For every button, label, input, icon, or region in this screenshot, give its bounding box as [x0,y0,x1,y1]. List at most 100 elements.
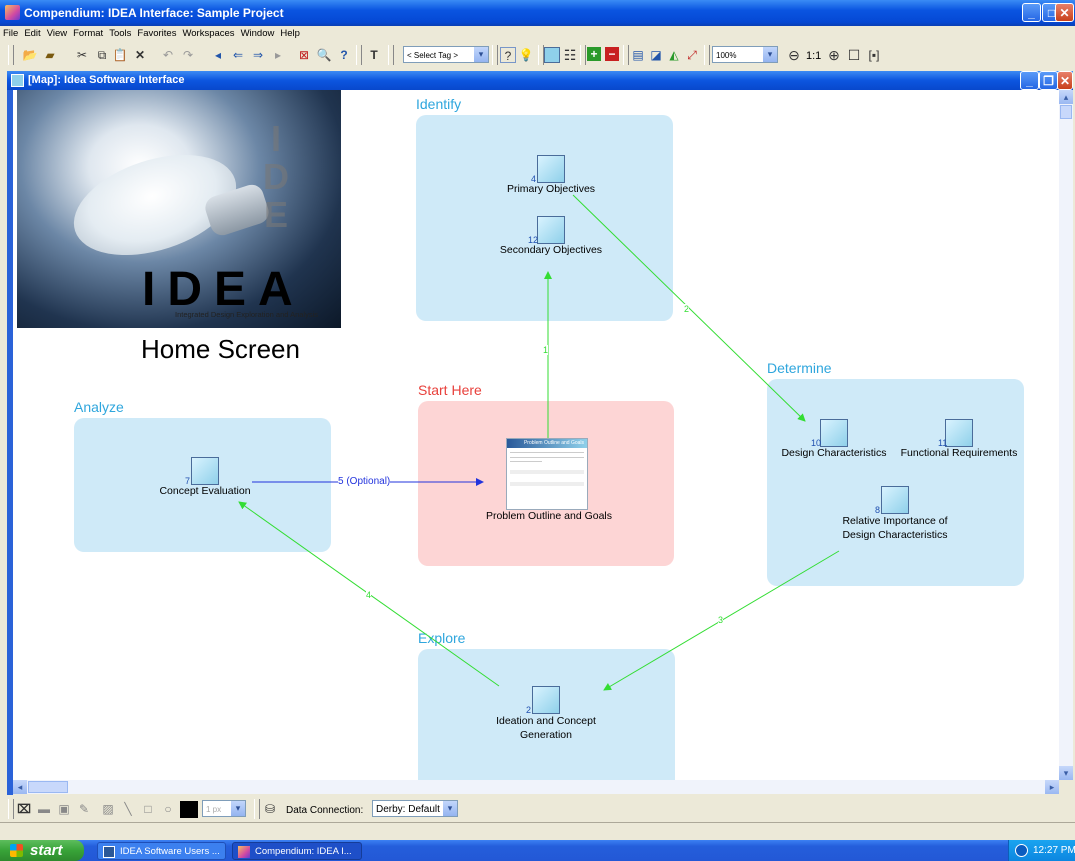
chevron-down-icon[interactable]: ▾ [474,47,488,62]
search-icon[interactable]: 🔍 [316,47,332,63]
node-primary-objectives[interactable]: 4 Primary Objectives [501,155,601,195]
remove-icon[interactable]: − [605,47,619,61]
scribble-delete-icon[interactable]: ⌧ [16,801,32,817]
chevron-down-icon[interactable]: ▾ [443,801,457,816]
map-view-icon[interactable] [544,47,560,63]
chevron-down-icon[interactable]: ▾ [231,801,245,816]
scroll-left-icon[interactable]: ◂ [13,780,27,794]
node-concept-evaluation[interactable]: 7 Concept Evaluation [145,457,265,497]
chevron-down-icon[interactable]: ▾ [763,47,777,62]
node-relative-importance[interactable]: 8 Relative Importance of Design Characte… [825,486,965,542]
data-connection-select[interactable]: Derby: Default ▾ [372,800,458,817]
line-width-select[interactable]: 1 px ▾ [202,800,246,817]
network-icon[interactable] [1015,844,1028,857]
back-icon[interactable]: ◂ [210,47,226,63]
node-secondary-objectives[interactable]: 12 Secondary Objectives [491,216,611,256]
menu-window[interactable]: Window [238,26,278,41]
delete-icon[interactable]: ✕ [132,47,148,63]
toolbar-grip[interactable] [8,45,14,65]
node-design-characteristics[interactable]: 10 Design Characteristics [779,419,889,459]
back-history-icon[interactable]: ⇐ [230,47,246,63]
close-project-icon[interactable]: ▰ [42,47,58,63]
lightbulb-icon[interactable]: 💡 [518,47,534,63]
save-icon[interactable]: ▣ [56,801,72,817]
zoom-fit-icon[interactable]: ☐ [846,47,862,63]
task-idea-users[interactable]: IDEA Software Users ... [97,842,226,860]
toolbar-grip[interactable] [492,45,498,65]
open-icon[interactable]: 📂 [22,47,38,63]
rectangle-icon[interactable]: □ [140,801,156,817]
close-button[interactable]: ✕ [1055,3,1074,22]
menu-bar: File Edit View Format Tools Favorites Workspac… [0,26,1075,41]
scroll-down-icon[interactable]: ▾ [1059,766,1073,780]
vertical-scrollbar[interactable]: ▴ ▾ [1059,90,1073,780]
link-icon[interactable]: ⤢ [684,47,700,63]
text-tool-icon[interactable]: T [366,47,382,63]
map-node-icon: 11 [938,419,973,448]
menu-format[interactable]: Format [70,26,106,41]
task-compendium[interactable]: Compendium: IDEA I... [232,842,362,860]
arrange-icon[interactable]: ▤ [630,47,646,63]
menu-file[interactable]: File [0,26,21,41]
menu-tools[interactable]: Tools [106,26,134,41]
line-icon[interactable]: ╲ [120,801,136,817]
image-delete-icon[interactable]: ⊠ [296,47,312,63]
zoom-select[interactable]: 100% ▾ [712,46,778,63]
help-icon[interactable]: ? [336,47,352,63]
node-ideation[interactable]: 2 Ideation and Concept Generation [486,686,606,742]
zoom-out-icon[interactable]: ⊖ [786,47,802,63]
align-icon[interactable]: ◭ [666,47,682,63]
window-title-bar[interactable]: Compendium: IDEA Interface: Sample Proje… [0,0,1075,26]
toolbar-grip[interactable] [580,45,586,65]
forward-history-icon[interactable]: ⇒ [250,47,266,63]
menu-favorites[interactable]: Favorites [134,26,179,41]
menu-workspaces[interactable]: Workspaces [179,26,237,41]
paste-icon[interactable]: 📋 [112,47,128,63]
map-close-button[interactable]: ✕ [1057,71,1073,90]
oval-icon[interactable]: ○ [160,801,176,817]
scroll-up-icon[interactable]: ▴ [1059,90,1073,104]
menu-edit[interactable]: Edit [21,26,43,41]
toolbar-grip[interactable] [254,799,260,819]
add-icon[interactable]: + [587,47,601,61]
map-restore-button[interactable]: ❐ [1039,71,1058,90]
tag-select[interactable]: < Select Tag > ▾ [403,46,489,63]
start-button[interactable]: start [0,840,84,861]
tags-icon[interactable]: ? [500,47,516,63]
scroll-right-icon[interactable]: ▸ [1045,780,1059,794]
clock-time: 12:27 PM [1033,845,1075,856]
layout-icon[interactable]: ◪ [648,47,664,63]
forward-icon[interactable]: ▸ [270,47,286,63]
map-canvas[interactable]: IDE IDEA Integrated Design Exploration a… [13,90,1059,780]
pen-icon[interactable]: ▨ [100,801,116,817]
list-view-icon[interactable]: ☷ [562,47,578,63]
horizontal-scroll-thumb[interactable] [28,781,68,793]
copy-icon[interactable]: ⧉ [94,47,110,63]
zoom-actual-button[interactable]: 1:1 [806,50,821,62]
color-swatch[interactable] [180,801,198,818]
undo-icon[interactable]: ↶ [160,47,176,63]
cut-icon[interactable]: ✂ [74,47,90,63]
toolbar-grip[interactable] [8,799,14,819]
redo-icon[interactable]: ↷ [180,47,196,63]
map-frame-title-bar[interactable]: [Map]: Idea Software Interface _ ❐ ✕ [7,71,1073,90]
toolbar-grip[interactable] [704,45,710,65]
node-count: 11 [938,438,948,448]
map-minimize-button[interactable]: _ [1020,71,1039,90]
menu-help[interactable]: Help [277,26,303,41]
zoom-focus-icon[interactable]: [▪] [866,47,882,63]
layer-icon[interactable]: ▬ [36,801,52,817]
system-tray: 12:27 PM [1008,840,1075,861]
horizontal-scrollbar[interactable]: ◂ ▸ [13,780,1059,794]
zoom-in-icon[interactable]: ⊕ [826,47,842,63]
toolbar-grip[interactable] [388,45,394,65]
word-icon [103,846,115,858]
node-functional-requirements[interactable]: 11 Functional Requirements [899,419,1019,459]
vertical-scroll-thumb[interactable] [1060,105,1072,119]
node-count: 4 [531,174,537,184]
toolbar-grip[interactable] [623,45,629,65]
toolbar-grip[interactable] [356,45,362,65]
pencil-icon[interactable]: ✎ [76,801,92,817]
menu-view[interactable]: View [44,26,70,41]
minimize-button[interactable]: _ [1022,3,1041,22]
